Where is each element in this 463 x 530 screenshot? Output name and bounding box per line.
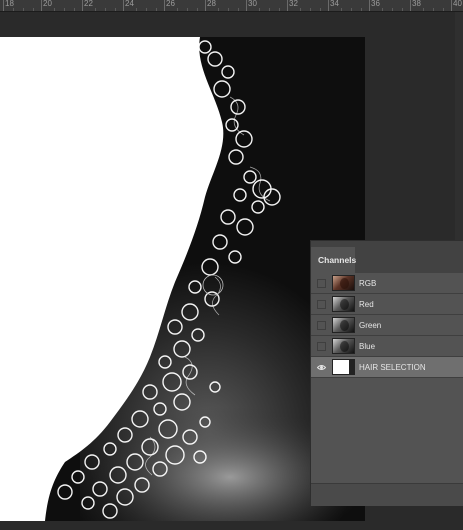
ruler-minor-tick	[320, 8, 321, 11]
ruler-minor-tick	[382, 8, 383, 11]
channel-thumbnail	[332, 317, 355, 333]
ruler-minor-tick	[187, 8, 188, 11]
ruler-minor-tick	[423, 8, 424, 11]
channel-label: Green	[359, 321, 382, 330]
ruler-number: 36	[371, 0, 380, 8]
channel-row-rgb[interactable]: RGB	[311, 273, 463, 294]
visibility-toggle[interactable]	[317, 321, 326, 330]
ruler-minor-tick	[351, 8, 352, 11]
ruler-minor-tick	[300, 8, 301, 11]
channel-label: HAIR SELECTION	[359, 363, 426, 372]
ruler-minor-tick	[433, 8, 434, 11]
channel-thumbnail	[332, 296, 355, 312]
channel-row-hair-selection[interactable]: HAIR SELECTION	[311, 357, 463, 378]
ruler-minor-tick	[23, 8, 24, 11]
ruler-minor-tick	[13, 8, 14, 11]
tab-channels[interactable]: Channels	[311, 247, 356, 273]
ruler-number: 38	[412, 0, 421, 8]
ruler-tick	[451, 0, 452, 11]
canvas-scroll-region	[455, 12, 463, 240]
ruler-minor-tick	[310, 8, 311, 11]
ruler-minor-tick	[218, 8, 219, 11]
visibility-toggle[interactable]	[317, 300, 326, 309]
ruler-tick	[205, 0, 206, 11]
ruler-minor-tick	[269, 8, 270, 11]
ruler-tick	[369, 0, 370, 11]
channel-label: Blue	[359, 342, 376, 351]
channel-row-blue[interactable]: Blue	[311, 336, 463, 357]
channel-label: Red	[359, 300, 374, 309]
ruler-tick	[287, 0, 288, 11]
channel-thumbnail	[332, 275, 355, 291]
ruler-number: 20	[43, 0, 52, 8]
ruler-minor-tick	[33, 8, 34, 11]
ruler-minor-tick	[238, 8, 239, 11]
ruler-minor-tick	[115, 8, 116, 11]
channel-thumbnail	[332, 359, 355, 375]
ruler-minor-tick	[443, 8, 444, 11]
ruler-minor-tick	[146, 8, 147, 11]
ruler-minor-tick	[136, 8, 137, 11]
ruler-minor-tick	[156, 8, 157, 11]
ruler-minor-tick	[74, 8, 75, 11]
channel-thumbnail	[332, 338, 355, 354]
ruler-number: 18	[5, 0, 14, 8]
ruler-minor-tick	[279, 8, 280, 11]
status-bar	[0, 521, 463, 530]
horizontal-ruler[interactable]: 18 20 22 24 26 28 30 32 34 36 38 40	[0, 0, 463, 12]
ruler-minor-tick	[197, 8, 198, 11]
ruler-minor-tick	[402, 8, 403, 11]
ruler-tick	[82, 0, 83, 11]
ruler-minor-tick	[105, 8, 106, 11]
ruler-number: 40	[453, 0, 462, 8]
ruler-minor-tick	[341, 8, 342, 11]
channels-panel: Channels RGB Red Green Blue HAIR SELECTI…	[310, 240, 463, 506]
ruler-minor-tick	[95, 8, 96, 11]
panel-footer-bar	[311, 483, 463, 506]
ruler-minor-tick	[228, 8, 229, 11]
visibility-toggle[interactable]	[317, 279, 326, 288]
ruler-number: 34	[330, 0, 339, 8]
ruler-minor-tick	[54, 8, 55, 11]
ruler-tick	[164, 0, 165, 11]
ruler-tick	[41, 0, 42, 11]
ruler-tick	[246, 0, 247, 11]
ruler-minor-tick	[259, 8, 260, 11]
channel-label: RGB	[359, 279, 377, 288]
panel-tab-bar: Channels	[311, 241, 463, 273]
ruler-number: 24	[125, 0, 134, 8]
channel-row-red[interactable]: Red	[311, 294, 463, 315]
ruler-number: 28	[207, 0, 216, 8]
ruler-minor-tick	[64, 8, 65, 11]
ruler-tick	[3, 0, 4, 11]
ruler-number: 30	[248, 0, 257, 8]
ruler-minor-tick	[177, 8, 178, 11]
ruler-tick	[328, 0, 329, 11]
visibility-toggle[interactable]	[317, 342, 326, 351]
ruler-minor-tick	[392, 8, 393, 11]
ruler-number: 32	[289, 0, 298, 8]
ruler-number: 26	[166, 0, 175, 8]
ruler-tick	[410, 0, 411, 11]
ruler-minor-tick	[361, 8, 362, 11]
eye-icon[interactable]	[317, 363, 326, 372]
ruler-number: 22	[84, 0, 93, 8]
channel-row-green[interactable]: Green	[311, 315, 463, 336]
ruler-tick	[123, 0, 124, 11]
